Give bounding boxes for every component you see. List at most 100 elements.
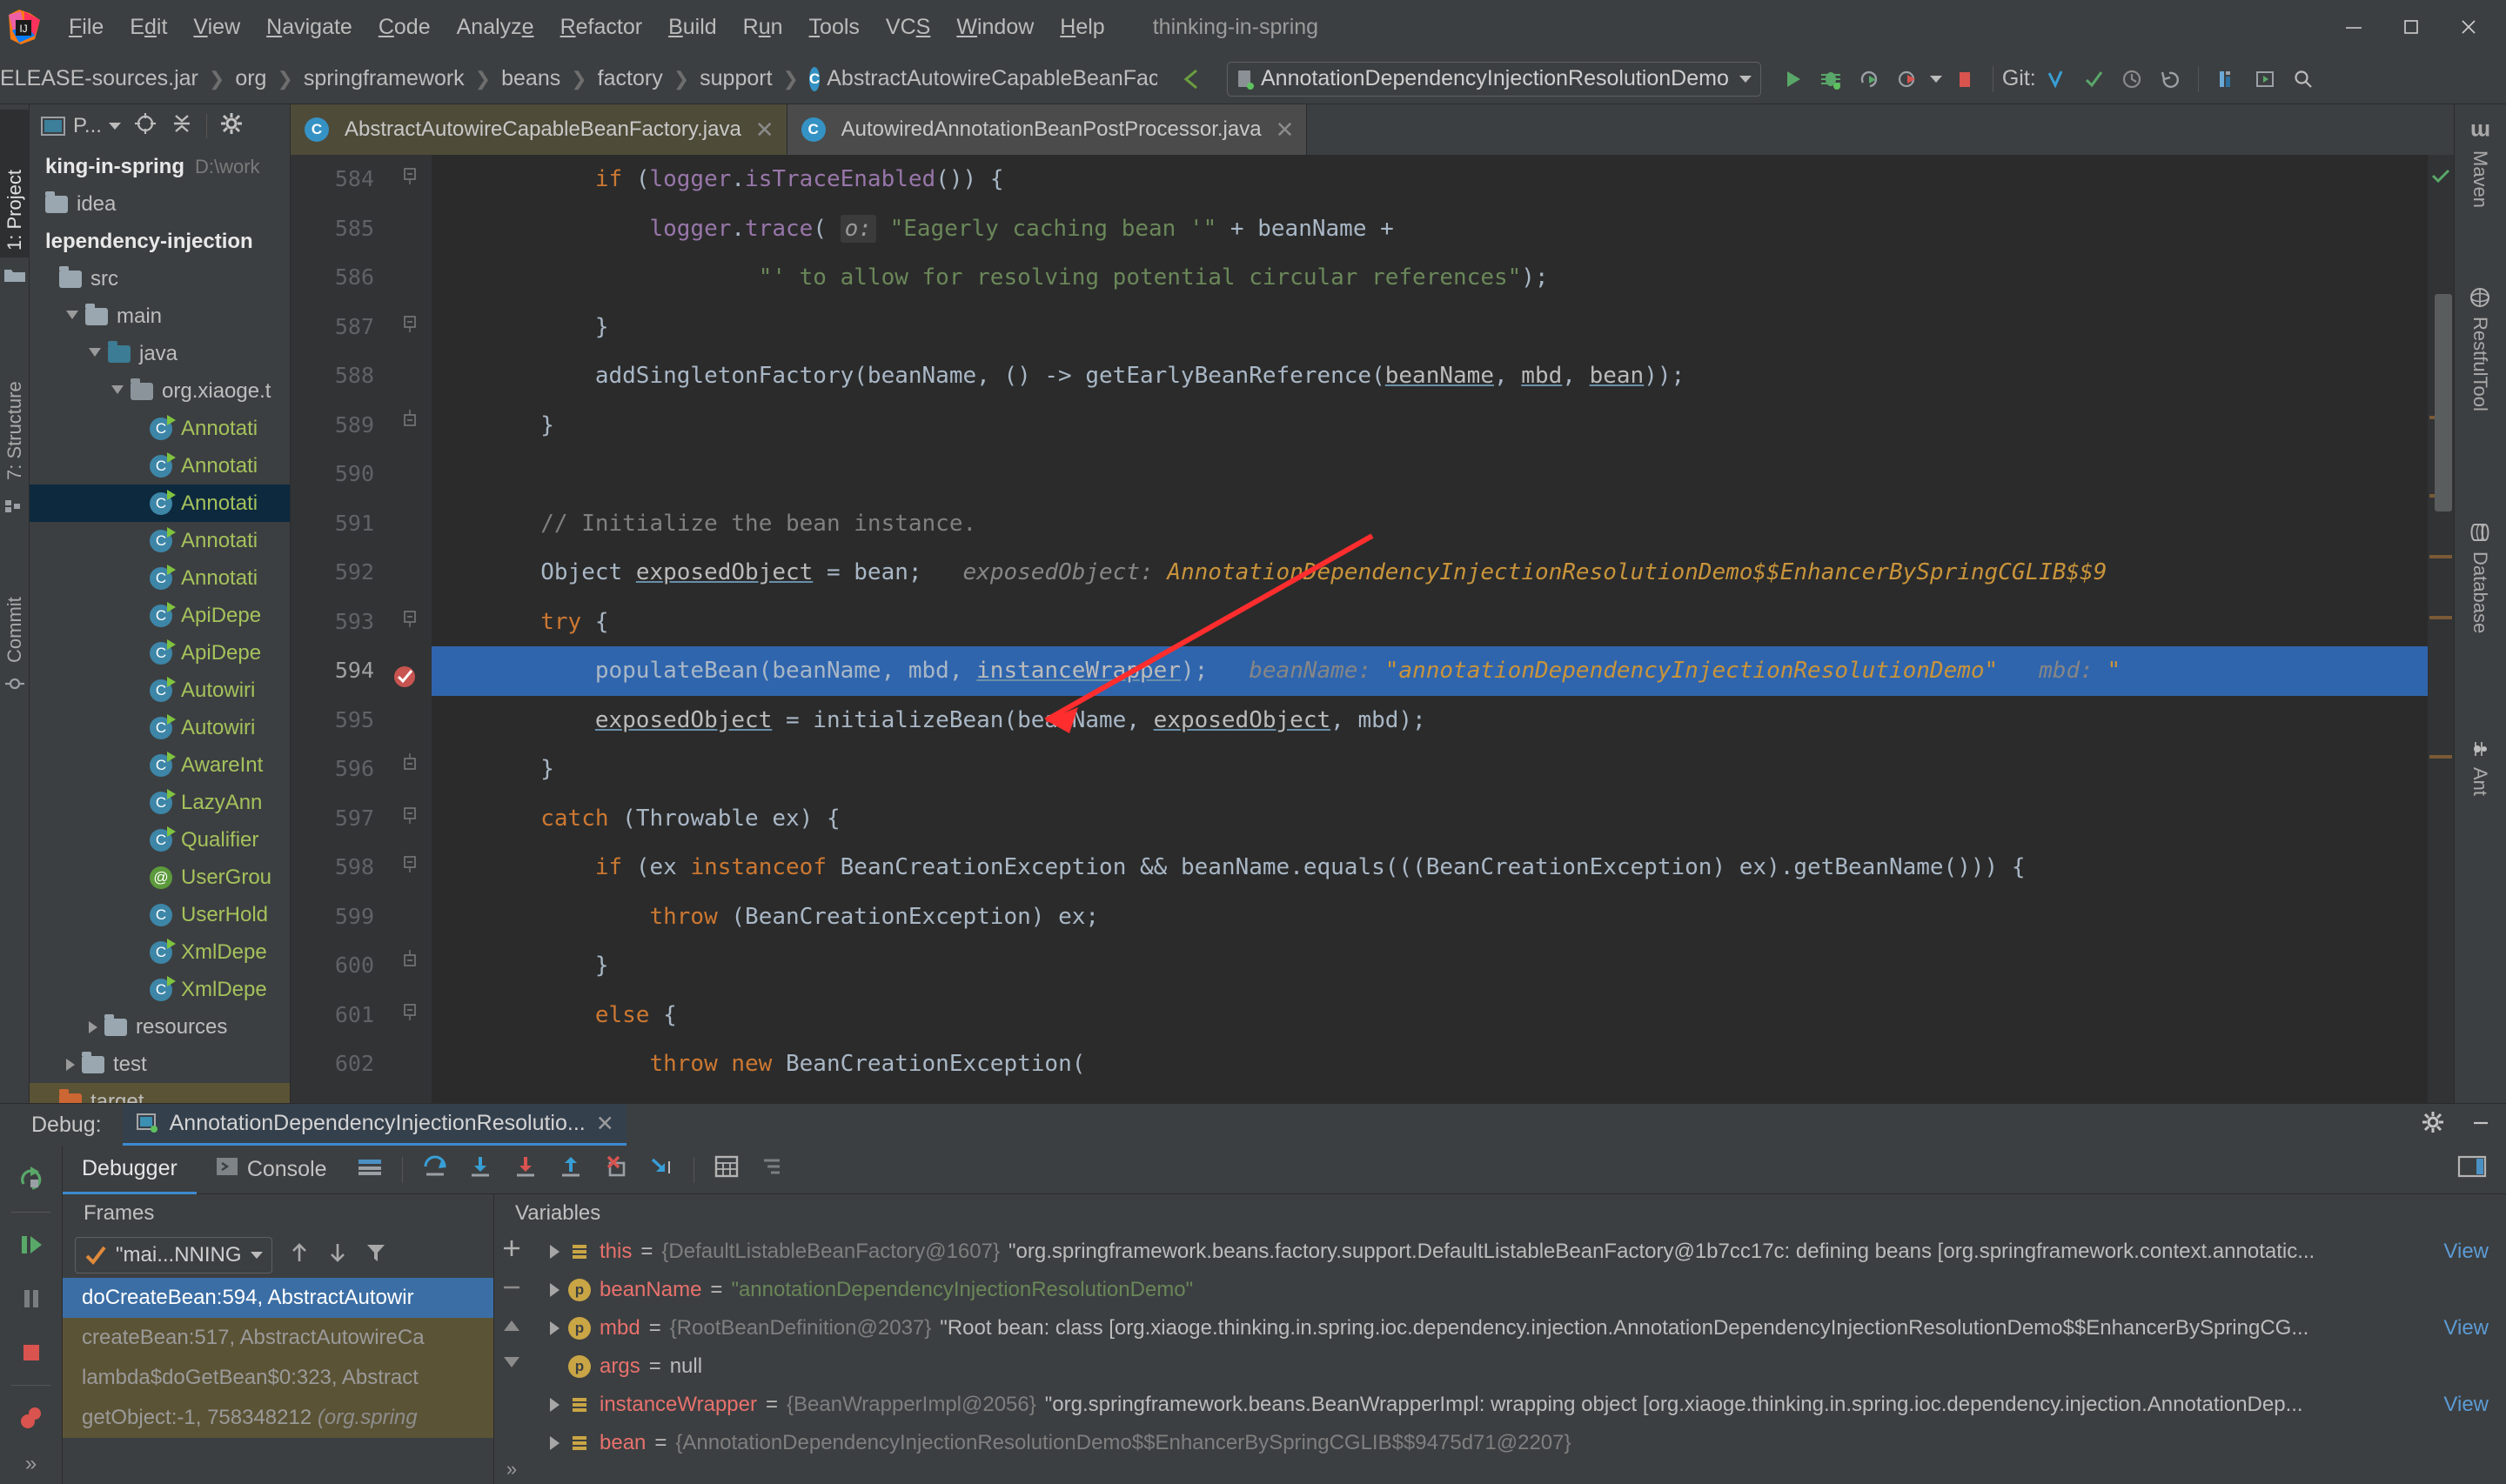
- chevron-down-icon[interactable]: [108, 123, 121, 130]
- more-icon[interactable]: »: [506, 1458, 517, 1484]
- expand-arrow-icon[interactable]: [550, 1398, 559, 1412]
- code-line[interactable]: mbd.getResourceDescription(), beanName, …: [432, 1089, 2428, 1104]
- tree-item-king-in-spring[interactable]: king-in-spring D:\work: [30, 148, 290, 185]
- settings-gear-icon[interactable]: [219, 111, 244, 142]
- update-project-icon[interactable]: [2036, 60, 2074, 98]
- tree-item-annotati[interactable]: C Annotati: [30, 447, 290, 485]
- code-editor[interactable]: 584 585 586 587 588 589 590 591 592 593 594 595 596 5…: [291, 155, 2454, 1103]
- code-line[interactable]: [432, 450, 2428, 499]
- stop-icon[interactable]: [5, 1327, 57, 1378]
- collapse-all-icon[interactable]: [170, 111, 194, 142]
- remove-icon[interactable]: [501, 1277, 522, 1304]
- frame-item[interactable]: lambda$doGetBean$0:323, Abstract: [63, 1358, 493, 1398]
- up-arrow-icon[interactable]: [288, 1240, 311, 1271]
- menu-navigate[interactable]: Navigate: [253, 0, 365, 54]
- debug-session-tab[interactable]: AnnotationDependencyInjectionResolutio..…: [122, 1104, 626, 1146]
- tree-item-autowiri[interactable]: C Autowiri: [30, 672, 290, 709]
- close-icon[interactable]: ✕: [1276, 117, 1295, 144]
- tree-item-main[interactable]: main: [30, 297, 290, 335]
- rollback-icon[interactable]: [2151, 60, 2189, 98]
- menu-edit[interactable]: Edit: [117, 0, 180, 54]
- step-over-icon[interactable]: [422, 1154, 448, 1185]
- code-line[interactable]: try {: [432, 598, 2428, 647]
- line-number[interactable]: 599: [291, 892, 388, 942]
- tree-item-test[interactable]: test: [30, 1046, 290, 1083]
- thread-selector[interactable]: "mai...NNING: [75, 1237, 272, 1273]
- minimize-icon[interactable]: [2469, 1111, 2492, 1140]
- settings-gear-icon[interactable]: [2421, 1110, 2445, 1140]
- code-line[interactable]: if (logger.isTraceEnabled()) {: [432, 155, 2428, 204]
- menu-build[interactable]: Build: [655, 0, 730, 54]
- menu-code[interactable]: Code: [365, 0, 444, 54]
- search-everywhere-icon[interactable]: [2284, 60, 2322, 98]
- sidebar-item-restfultool[interactable]: RestfulTool: [2454, 278, 2506, 496]
- tree-item-org-xiaoge-t[interactable]: org.xiaoge.t: [30, 372, 290, 410]
- breadcrumb-support[interactable]: support: [700, 66, 772, 91]
- line-number[interactable]: 590: [291, 450, 388, 499]
- code-line[interactable]: throw new BeanCreationException(: [432, 1039, 2428, 1089]
- tree-item-annotati[interactable]: C Annotati: [30, 522, 290, 559]
- tree-item-lependency-injection[interactable]: lependency-injection: [30, 223, 290, 260]
- locate-icon[interactable]: [133, 111, 157, 142]
- code-line[interactable]: if (ex instanceof BeanCreationException …: [432, 843, 2428, 892]
- fold-minus-icon[interactable]: [388, 303, 432, 352]
- view-breakpoints-icon[interactable]: [5, 1393, 57, 1443]
- tree-item-annotati[interactable]: C Annotati: [30, 559, 290, 597]
- tree-item-awareint[interactable]: C AwareInt: [30, 746, 290, 784]
- expand-arrow-icon[interactable]: [550, 1283, 559, 1297]
- code-line[interactable]: exposedObject = initializeBean(beanName,…: [432, 696, 2428, 745]
- menu-window[interactable]: Window: [943, 0, 1047, 54]
- breadcrumb-jar[interactable]: ELEASE-sources.jar: [0, 66, 198, 91]
- fold-minus-icon[interactable]: [388, 843, 432, 892]
- add-icon[interactable]: [501, 1238, 522, 1265]
- line-number[interactable]: 587: [291, 303, 388, 352]
- tree-item-userhold[interactable]: C UserHold: [30, 896, 290, 933]
- tree-item-qualifier[interactable]: C Qualifier: [30, 821, 290, 859]
- marker-bar[interactable]: [2428, 155, 2454, 1103]
- menu-run[interactable]: Run: [730, 0, 796, 54]
- more-icon[interactable]: »: [5, 1447, 57, 1481]
- menu-file[interactable]: File: [56, 0, 117, 54]
- evaluate-icon[interactable]: [714, 1155, 740, 1184]
- line-number[interactable]: 593: [291, 598, 388, 647]
- sidebar-item-project[interactable]: 1: Project: [0, 110, 30, 257]
- expand-arrow-icon[interactable]: [550, 1321, 559, 1335]
- menu-vcs[interactable]: VCS: [873, 0, 943, 54]
- mute-breakpoints-icon[interactable]: [759, 1155, 785, 1184]
- expand-arrow-icon[interactable]: [550, 1436, 559, 1450]
- view-link[interactable]: View: [2443, 1316, 2506, 1340]
- resume-icon[interactable]: [5, 1220, 57, 1270]
- code-line[interactable]: Object exposedObject = bean; exposedObje…: [432, 548, 2428, 598]
- code-line[interactable]: }: [432, 745, 2428, 794]
- sidebar-item-structure[interactable]: 7: Structure: [0, 313, 30, 487]
- back-icon[interactable]: [1173, 60, 1211, 98]
- view-link[interactable]: View: [2443, 1393, 2506, 1417]
- menu-help[interactable]: Help: [1047, 0, 1117, 54]
- menu-tools[interactable]: Tools: [796, 0, 873, 54]
- tree-item-autowiri[interactable]: C Autowiri: [30, 709, 290, 746]
- sidebar-item-database[interactable]: Database: [2454, 513, 2506, 713]
- restore-layout-icon[interactable]: [2457, 1154, 2487, 1185]
- tree-item-target[interactable]: target: [30, 1083, 290, 1103]
- run-configuration-selector[interactable]: AnnotationDependencyInjectionResolutionD…: [1227, 61, 1761, 97]
- project-tree[interactable]: king-in-spring D:\work idea lependency-inje…: [30, 148, 290, 1103]
- fold-minus-icon[interactable]: [388, 991, 432, 1040]
- variable-row[interactable]: bean = {AnnotationDependencyInjectionResol…: [529, 1424, 2506, 1462]
- code-line[interactable]: }: [432, 941, 2428, 991]
- chevron-down-icon[interactable]: [250, 1252, 263, 1259]
- menu-refactor[interactable]: Refactor: [547, 0, 656, 54]
- tree-item-java[interactable]: java: [30, 335, 290, 372]
- step-into-icon[interactable]: [467, 1154, 493, 1185]
- collapse-arrow-icon[interactable]: [89, 1020, 97, 1033]
- debug-icon[interactable]: [1812, 60, 1850, 98]
- line-number[interactable]: 601: [291, 991, 388, 1040]
- breadcrumb-factory[interactable]: factory: [598, 66, 663, 91]
- variable-row[interactable]: instanceWrapper = {BeanWrapperImpl@2056} "o…: [529, 1386, 2506, 1424]
- code-line[interactable]: // Initialize the bean instance.: [432, 499, 2428, 549]
- expand-arrow-icon[interactable]: [66, 311, 78, 325]
- line-number[interactable]: 602: [291, 1039, 388, 1089]
- line-number[interactable]: 595: [291, 696, 388, 745]
- close-icon[interactable]: ✕: [755, 117, 774, 144]
- expand-arrow-icon[interactable]: [550, 1245, 559, 1259]
- line-number[interactable]: 592: [291, 548, 388, 598]
